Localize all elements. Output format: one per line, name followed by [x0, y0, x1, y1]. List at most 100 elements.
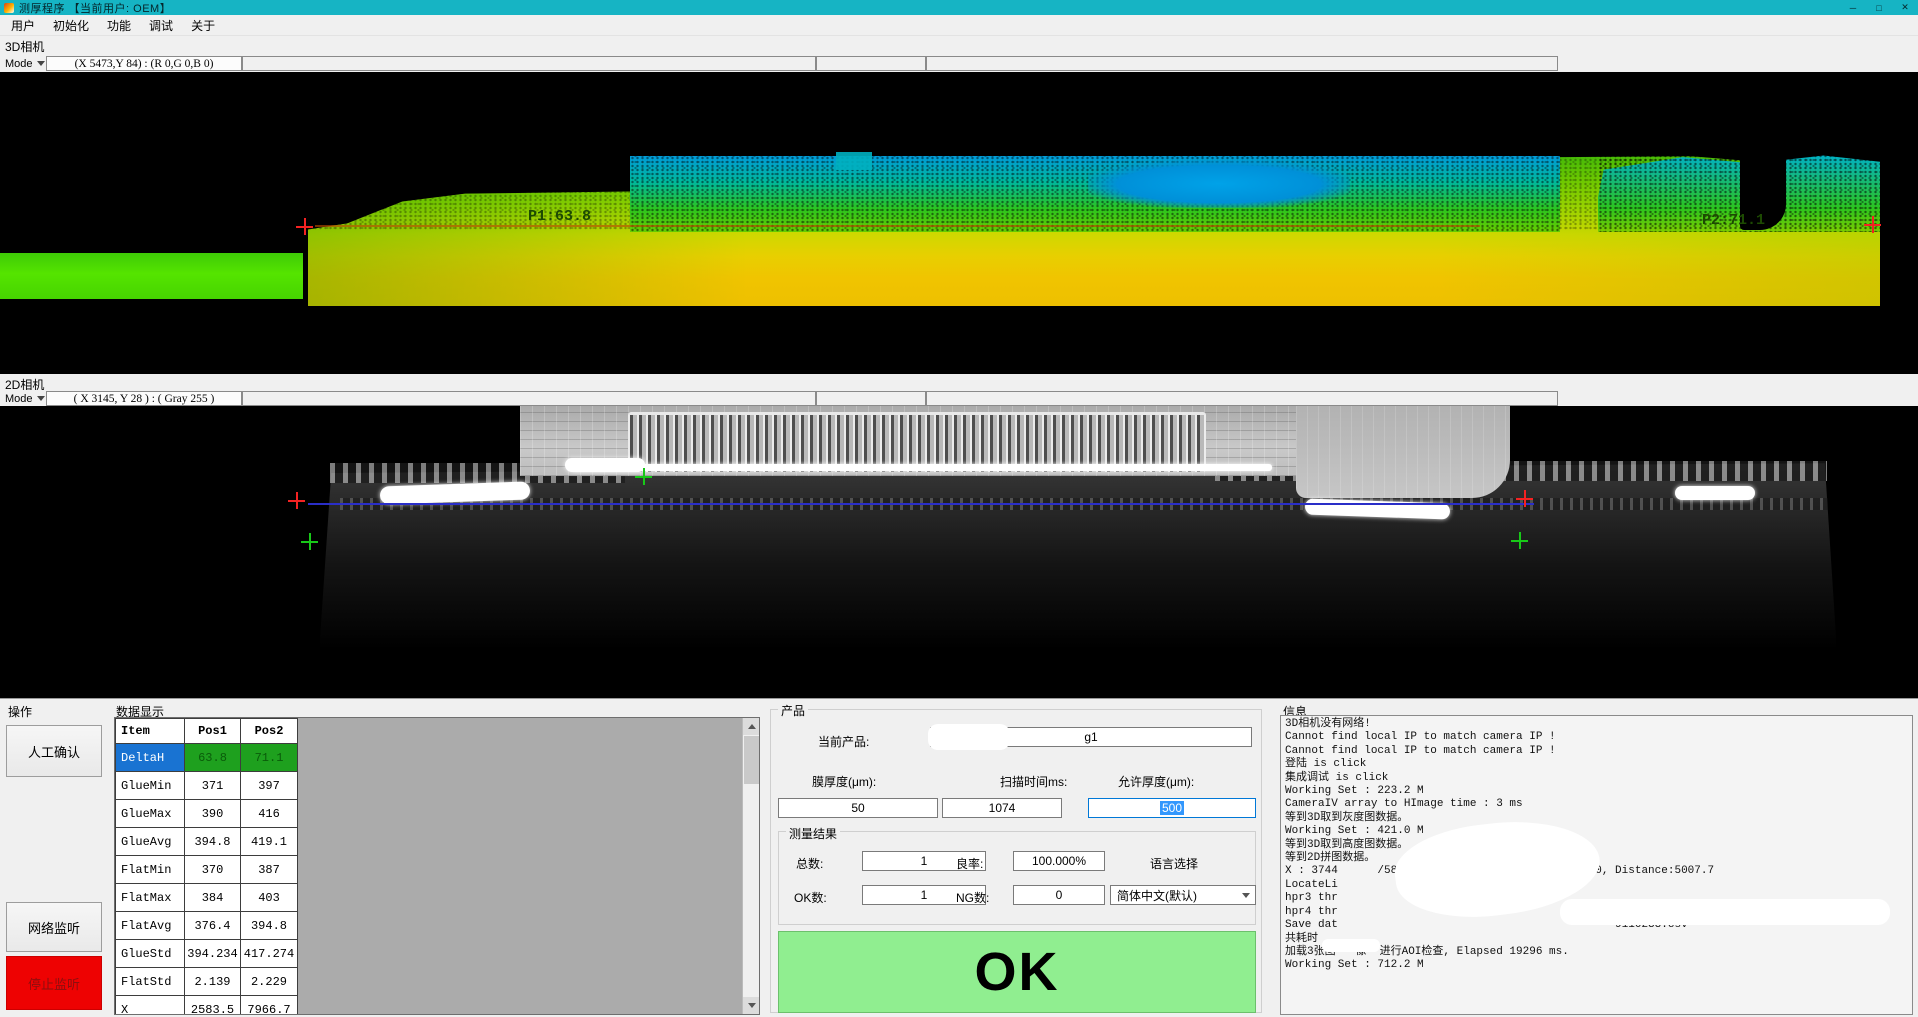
- table-cell: 416: [241, 800, 298, 828]
- log-line: Working Set : 223.2 M: [1285, 785, 1912, 798]
- table-cell: 2.139: [185, 968, 241, 996]
- table-row[interactable]: GlueMax390416: [115, 800, 298, 828]
- glue-blob: [1675, 486, 1755, 500]
- language-dropdown[interactable]: 简体中文(默认): [1110, 885, 1256, 905]
- camera2d-status-box-3: [816, 391, 926, 406]
- camera2d-mode-bar: Mode ( X 3145, Y 28 ) : ( Gray 255 ): [0, 390, 1918, 407]
- table-row[interactable]: GlueMin371397: [115, 772, 298, 800]
- table-cell: 394.8: [241, 912, 298, 940]
- table-cell: 419.1: [241, 828, 298, 856]
- yield-field[interactable]: 100.000%: [1013, 851, 1105, 871]
- heightmap-small-fragment: [836, 152, 872, 170]
- menu-item-4[interactable]: 调试: [140, 15, 182, 36]
- camera3d-mode-button[interactable]: Mode: [0, 58, 46, 70]
- redaction-blob: [1560, 899, 1890, 925]
- camera2d-mode-button[interactable]: Mode: [0, 393, 46, 405]
- camera2d-viewport[interactable]: [0, 406, 1918, 698]
- reflective-bar: [572, 464, 1272, 471]
- menu-item-5[interactable]: 关于: [182, 15, 224, 36]
- film-thickness-field[interactable]: 50: [778, 798, 938, 818]
- scroll-up-button[interactable]: [743, 718, 760, 735]
- camera3d-mode-bar: Mode (X 5473,Y 84) : (R 0,G 0,B 0): [0, 55, 1918, 72]
- table-row[interactable]: FlatMax384403: [115, 884, 298, 912]
- table-cell: X: [115, 996, 185, 1015]
- camera2d-status-box-4: [926, 391, 1558, 406]
- table-cell: 417.274: [241, 940, 298, 968]
- stop-listen-button[interactable]: 停止监听: [6, 956, 102, 1010]
- heightmap-left-strip: [0, 253, 303, 299]
- vertical-scrollbar[interactable]: [742, 718, 759, 1014]
- scroll-down-button[interactable]: [743, 997, 760, 1014]
- table-cell: 63.8: [185, 744, 241, 772]
- window-title: 测厚程序 【当前用户: OEM】: [19, 0, 171, 16]
- table-cell: 71.1: [241, 744, 298, 772]
- total-count-label: 总数:: [796, 855, 823, 872]
- manual-confirm-button[interactable]: 人工确认: [6, 725, 102, 777]
- data-grid[interactable]: ItemPos1Pos2DeltaH63.871.1GlueMin371397G…: [114, 717, 760, 1015]
- scroll-down-icon: [748, 1003, 756, 1008]
- camera3d-viewport[interactable]: P1:63.8 P2:71.1: [0, 72, 1918, 374]
- table-cell: 376.4: [185, 912, 241, 940]
- crosshair-green-top: [635, 468, 652, 485]
- data-table: ItemPos1Pos2DeltaH63.871.1GlueMin371397G…: [115, 718, 298, 1015]
- bottom-panel: 操作 人工确认 网络监听 停止监听 数据显示 ItemPos1Pos2Delta…: [0, 698, 1918, 1017]
- table-cell: 384: [185, 884, 241, 912]
- heightmap-blue-blob: [1088, 160, 1350, 208]
- measurement-line: [308, 503, 1534, 505]
- allowed-thickness-label: 允许厚度(μm):: [1118, 773, 1194, 790]
- redaction-blob: [928, 724, 1010, 750]
- table-cell: FlatMin: [115, 856, 185, 884]
- results-section-label: 测量结果: [786, 825, 840, 842]
- table-row[interactable]: FlatMin370387: [115, 856, 298, 884]
- redaction-blob: [1322, 939, 1380, 952]
- column-header[interactable]: Pos1: [185, 718, 241, 744]
- column-header[interactable]: Item: [115, 718, 185, 744]
- menu-item-3[interactable]: 功能: [98, 15, 140, 36]
- camera3d-status-box-2: [242, 56, 816, 71]
- table-cell: 371: [185, 772, 241, 800]
- glue-blob: [565, 458, 645, 472]
- menu-item-2[interactable]: 初始化: [44, 15, 98, 36]
- network-listen-button[interactable]: 网络监听: [6, 902, 102, 952]
- table-row[interactable]: FlatAvg376.4394.8: [115, 912, 298, 940]
- table-cell: 403: [241, 884, 298, 912]
- menu-bar: 用户初始化功能调试关于: [0, 15, 1918, 36]
- table-cell: GlueMin: [115, 772, 185, 800]
- table-cell: GlueAvg: [115, 828, 185, 856]
- column-header[interactable]: Pos2: [241, 718, 298, 744]
- p1-measurement-label: P1:63.8: [528, 208, 591, 225]
- table-cell: GlueStd: [115, 940, 185, 968]
- camera3d-status-box-4: [926, 56, 1558, 71]
- chevron-down-icon: [1242, 893, 1250, 898]
- table-row[interactable]: X2583.57966.7: [115, 996, 298, 1015]
- crosshair-green-bottom-left: [301, 533, 318, 550]
- table-cell: 2.229: [241, 968, 298, 996]
- log-line: Cannot find local IP to match camera IP …: [1285, 745, 1912, 758]
- log-line: LocateLi at : 0: [1285, 879, 1912, 892]
- table-row[interactable]: FlatStd2.1392.229: [115, 968, 298, 996]
- table-row[interactable]: GlueAvg394.8419.1: [115, 828, 298, 856]
- close-button[interactable]: ✕: [1892, 0, 1918, 15]
- language-select-label: 语言选择: [1150, 855, 1198, 872]
- crosshair-red-right: [1864, 216, 1881, 233]
- maximize-button[interactable]: □: [1866, 0, 1892, 15]
- log-line: CameraIV array to HImage time : 3 ms: [1285, 798, 1912, 811]
- ng-count-field[interactable]: 0: [1013, 885, 1105, 905]
- p2-measurement-label: P2:71.1: [1702, 212, 1765, 229]
- table-cell: 397: [241, 772, 298, 800]
- table-cell: 394.8: [185, 828, 241, 856]
- table-row[interactable]: GlueStd394.234417.274: [115, 940, 298, 968]
- log-line: 3D相机没有网络!: [1285, 718, 1912, 731]
- allowed-thickness-field[interactable]: 500: [1088, 798, 1256, 818]
- connector-pins: [628, 412, 1206, 472]
- table-cell: FlatStd: [115, 968, 185, 996]
- app-icon: [4, 3, 14, 13]
- menu-item-1[interactable]: 用户: [2, 15, 44, 36]
- minimize-button[interactable]: ─: [1840, 0, 1866, 15]
- scrollbar-thumb[interactable]: [744, 736, 759, 784]
- dropdown-caret-icon: [37, 61, 45, 66]
- scan-time-field[interactable]: 1074: [942, 798, 1062, 818]
- table-cell: 7966.7: [241, 996, 298, 1015]
- table-row[interactable]: DeltaH63.871.1: [115, 744, 298, 772]
- ok-count-label: OK数:: [794, 889, 827, 906]
